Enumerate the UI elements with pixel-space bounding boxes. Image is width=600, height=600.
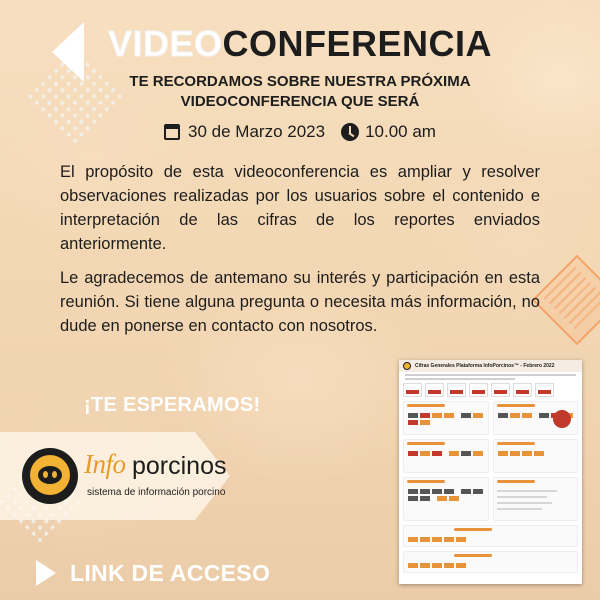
report-section-header [407,480,445,483]
report-section-row [403,477,578,521]
event-datetime: 30 de Marzo 2023 10.00 am [0,120,600,144]
logo-text-porcinos: porcinos [132,452,227,480]
report-kpi [447,383,466,397]
report-bar [496,508,542,510]
report-section [492,401,578,435]
report-section [492,477,578,521]
access-link[interactable]: LINK DE ACCESO [70,560,270,587]
page-title: VIDEOCONFERENCIA [0,23,600,64]
body-paragraph-1: El propósito de esta videoconferencia es… [60,163,540,253]
calendar-icon [164,124,181,140]
subtitle-line-1: TE RECORDAMOS SOBRE NUESTRA PRÓXIMA [129,73,471,90]
report-kpi [535,383,554,397]
logo-text-info: Info [84,449,126,479]
report-bar [496,502,552,504]
report-kpi [513,383,532,397]
report-section [403,401,489,435]
report-section-header [496,442,535,445]
esperamos-heading: ¡TE ESPERAMOS! [84,394,261,416]
report-title: Cifras Generales Plataforma InfoPorcinos… [415,363,555,369]
report-section [492,439,578,473]
subtitle: TE RECORDAMOS SOBRE NUESTRA PRÓXIMA VIDE… [0,72,600,112]
report-cells [407,536,487,543]
logo-tagline: sistema de información porcino [87,487,226,498]
title-part-conferencia: CONFERENCIA [222,23,493,64]
report-bar [496,490,557,492]
report-section [403,477,489,521]
report-kpi [403,383,422,397]
body-paragraph-2: Le agradecemos de antemano su interés y … [60,269,540,335]
report-cells [497,450,577,457]
report-cells [407,488,487,502]
report-section [403,525,578,547]
report-section-header [454,528,492,531]
report-kpi-row [403,383,578,397]
report-section-header [496,404,535,407]
report-alert-badge [553,410,571,428]
event-date: 30 de Marzo 2023 [188,122,326,141]
report-kpi [425,383,444,397]
report-header: Cifras Generales Plataforma InfoPorcinos… [399,360,582,372]
report-cells [407,412,487,426]
title-part-video: VIDEO [107,23,223,64]
report-section [403,551,578,573]
clock-icon [341,123,360,141]
report-logo-icon [403,362,411,370]
report-divider [405,374,576,376]
report-section-row [403,439,578,473]
report-section-row [403,525,578,547]
report-section-row [403,551,578,573]
play-arrow-icon[interactable] [36,560,56,586]
report-section [403,439,489,473]
report-section-header [407,442,445,445]
report-kpi [469,383,488,397]
report-section-row [403,401,578,435]
report-section-header [496,480,535,483]
report-section-header [454,554,492,557]
event-time: 10.00 am [365,122,436,141]
report-kpi [491,383,510,397]
subtitle-line-2: VIDEOCONFERENCIA QUE SERÁ [180,93,420,110]
report-bar [496,496,547,498]
report-cells [407,450,487,457]
pig-logo-snout [38,466,62,484]
report-divider [405,378,515,380]
report-preview: Cifras Generales Plataforma InfoPorcinos… [399,360,582,584]
report-cells [407,562,487,569]
report-section-header [407,404,445,407]
